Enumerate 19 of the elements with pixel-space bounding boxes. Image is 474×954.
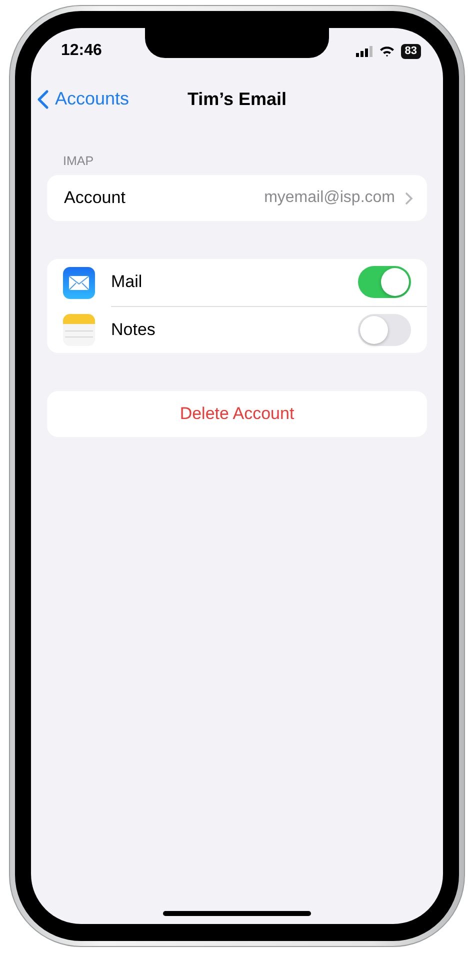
back-chevron-icon [37, 89, 49, 109]
toggle-switch[interactable] [358, 314, 411, 346]
app-label: Mail [111, 272, 144, 292]
section-header: IMAP [63, 154, 95, 168]
app-label: Notes [111, 320, 156, 340]
delete-account-button[interactable]: Delete Account [47, 391, 427, 437]
chevron-icon [405, 192, 413, 204]
battery-level: 83 [400, 44, 421, 58]
envelope-icon [63, 266, 95, 298]
account-label: Account [64, 188, 126, 208]
wifi-icon [378, 45, 395, 57]
back-label[interactable]: Accounts [55, 88, 130, 110]
notepad-icon [63, 314, 95, 346]
status-time: 12:46 [61, 42, 102, 60]
back-link[interactable]: Accounts [37, 88, 130, 110]
page-title: Tim’s Email [187, 88, 287, 110]
toggle-switch[interactable] [358, 266, 411, 298]
signal-icon [356, 46, 373, 56]
account-value: myemail@isp.com [264, 189, 395, 207]
